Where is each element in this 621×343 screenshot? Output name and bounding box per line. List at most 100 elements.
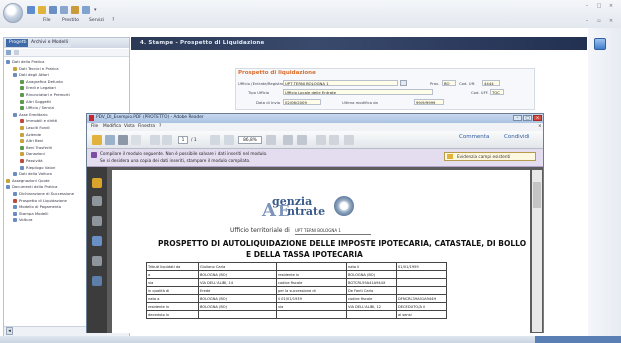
tree-item[interactable]: Passività <box>20 158 43 164</box>
tree-item[interactable]: Lasciti Fondi <box>20 125 50 131</box>
table-cell[interactable]: residente in <box>276 270 347 279</box>
tree-item[interactable]: Modello di Pagamento <box>13 204 61 210</box>
expand-view-icon[interactable] <box>344 135 354 145</box>
tree-item[interactable]: Documenti della Pratica <box>6 184 57 190</box>
table-cell[interactable]: De Fanti Carlo <box>346 286 397 295</box>
attach-icon[interactable] <box>329 135 339 145</box>
pdf-menu-file[interactable]: File <box>91 124 98 129</box>
zoom-dropdown-icon[interactable] <box>266 135 276 145</box>
tree-item[interactable]: Dati della Pratica <box>6 59 44 65</box>
previous-page-icon[interactable] <box>150 135 160 145</box>
table-cell[interactable]: per la successione di <box>276 286 347 295</box>
doc-minimize-icon[interactable]: – <box>583 19 591 24</box>
ufficio-territoriale-field[interactable]: UPT TERNI BOLOGNA 1 <box>295 227 371 235</box>
layers-icon[interactable] <box>92 256 102 266</box>
table-cell[interactable]: 01/01/1959 <box>396 262 447 271</box>
tree-item[interactable]: Dati Tecnici e Pratica <box>13 66 59 72</box>
table-cell[interactable] <box>276 310 347 319</box>
table-cell[interactable] <box>198 310 277 319</box>
zoom-level-select[interactable]: 86,8% <box>238 136 262 144</box>
tree-item[interactable]: Anagrafica Defunto <box>20 79 63 85</box>
scroll-left-icon[interactable]: ◂ <box>6 327 13 335</box>
save-file-icon[interactable] <box>105 135 115 145</box>
tree-item[interactable]: Riepilogo Valori <box>20 165 55 171</box>
table-cell[interactable]: BOLOGNA (BO) <box>198 294 277 303</box>
table-cell[interactable]: via <box>146 278 199 287</box>
app-logo-icon[interactable] <box>3 3 23 23</box>
tree-item[interactable]: Rinunciatari e Premorti <box>20 92 70 98</box>
tree-item[interactable]: Dati degli Attori <box>13 72 49 78</box>
page-thumbnails-icon[interactable] <box>92 178 102 188</box>
table-cell[interactable]: DECEDUTO/A il <box>396 302 447 311</box>
menu-file[interactable]: File <box>43 18 51 23</box>
expand-icon[interactable] <box>6 50 11 55</box>
tab-progetti[interactable]: Progetti <box>6 39 30 47</box>
pdf-menu-help[interactable]: ? <box>159 124 161 129</box>
tree-item[interactable]: Asse Ereditario <box>13 112 48 118</box>
tree-item[interactable]: Aziende <box>20 132 41 138</box>
table-cell[interactable]: il 01/01/1939 <box>276 294 347 303</box>
table-cell[interactable]: Tributi liquidati da <box>146 262 199 271</box>
menu-prestito[interactable]: Prestito <box>62 18 79 23</box>
zoom-in-icon[interactable] <box>224 135 234 145</box>
ultima-modifica-input[interactable]: 99/9/9999 <box>414 99 444 105</box>
table-cell[interactable]: codice fiscale <box>276 278 347 287</box>
doc-restore-icon[interactable]: ▫ <box>595 19 603 24</box>
table-cell[interactable] <box>396 270 447 279</box>
tree-item[interactable]: Eredi e Legatari <box>20 85 56 91</box>
table-cell[interactable]: residente in <box>146 302 199 311</box>
highlight-fields-button[interactable]: Evidenzia campi esistenti <box>444 152 536 161</box>
tipo-ufficio-input[interactable]: Ufficio Locale delle Entrate <box>283 89 433 95</box>
table-cell[interactable]: Giuliano Carla <box>198 262 277 271</box>
calculator-icon[interactable] <box>594 38 606 50</box>
open-file-icon[interactable] <box>92 135 102 145</box>
tree-item[interactable]: Dichiarazione di Successione <box>13 191 74 197</box>
table-cell[interactable]: DFNCRL39A01A944H <box>396 294 447 303</box>
comments-pane-icon[interactable] <box>92 216 102 226</box>
tree-item[interactable]: Immobili e diritti <box>20 118 57 124</box>
table-cell[interactable]: nato a <box>146 294 199 303</box>
open-icon[interactable] <box>38 6 46 14</box>
condividi-button[interactable]: Condividi <box>504 134 530 140</box>
table-cell[interactable] <box>396 286 447 295</box>
pdf-close-icon[interactable]: × <box>533 115 542 121</box>
tree-item[interactable]: Stampa Modelli <box>13 211 48 217</box>
cod-uff-input[interactable]: 4444 <box>482 80 500 86</box>
table-cell[interactable]: via <box>276 302 347 311</box>
table-cell[interactable]: nato il <box>346 262 397 271</box>
menu-servizi[interactable]: Servizi <box>89 18 104 23</box>
minimize-icon[interactable]: – <box>583 4 591 9</box>
save-icon[interactable] <box>49 6 57 14</box>
pdf-maximize-icon[interactable]: □ <box>523 115 532 121</box>
pdf-menu-modifica[interactable]: Modifica <box>103 124 121 129</box>
menu-help[interactable]: ? <box>112 18 114 23</box>
tree-item[interactable]: Ufficio / Servizi <box>20 105 54 111</box>
print-file-icon[interactable] <box>118 135 128 145</box>
table-cell[interactable]: BOLOGNA (BO) <box>346 270 397 279</box>
tree-item[interactable]: Assegnazioni Quote <box>6 178 50 184</box>
table-cell[interactable]: codice fiscale <box>346 294 397 303</box>
table-cell[interactable]: deceduto in <box>146 310 199 319</box>
fit-width-icon[interactable] <box>297 135 307 145</box>
tree-item[interactable]: Donazioni <box>20 151 45 157</box>
table-cell[interactable]: in qualità di <box>146 286 199 295</box>
table-cell[interactable]: Erede <box>198 286 277 295</box>
new-icon[interactable] <box>27 6 35 14</box>
tree-item[interactable]: Beni Trasferiti <box>20 145 52 151</box>
cod-input[interactable]: TQC <box>490 89 504 95</box>
table-cell[interactable]: a <box>146 270 199 279</box>
tab-archivi-modelli[interactable]: Archivi e Modelli <box>28 39 71 47</box>
table-cell[interactable] <box>346 310 397 319</box>
pdf-menu-finestra[interactable]: Finestra <box>138 124 155 129</box>
maximize-icon[interactable]: □ <box>595 4 603 9</box>
table-cell[interactable]: VIA DELL'ALIBI, 12 <box>346 302 397 311</box>
tree-item[interactable]: Altri Soggetti <box>20 99 51 105</box>
zoom-out-icon[interactable] <box>210 135 220 145</box>
tree-item[interactable]: Voltura <box>13 217 32 223</box>
table-cell[interactable]: VIA DELL'ALIBI, 14 <box>198 278 277 287</box>
undo-icon[interactable] <box>71 6 79 14</box>
pdf-menu-vista[interactable]: Vista <box>124 124 135 129</box>
comment-icon[interactable] <box>316 135 326 145</box>
tree-item[interactable]: Prospetto di Liquidazione <box>13 198 67 204</box>
collapse-icon[interactable] <box>14 50 19 55</box>
